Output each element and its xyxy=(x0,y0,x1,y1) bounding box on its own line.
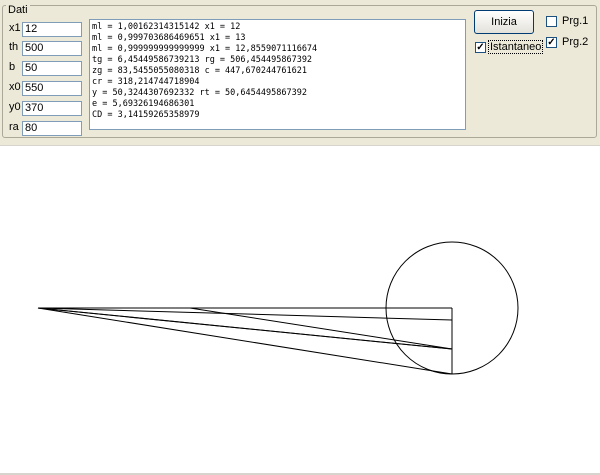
output-line: e = 5,69326194686301 xyxy=(92,99,195,109)
label-x0: x0 xyxy=(9,81,21,93)
istantaneo-label: Istantaneo xyxy=(488,40,544,54)
checkmark-icon: ✓ xyxy=(547,37,556,48)
prg1-label: Prg.1 xyxy=(562,15,589,27)
input-th[interactable]: 500 xyxy=(22,41,82,56)
label-b: b xyxy=(9,61,16,73)
label-th: th xyxy=(9,41,19,53)
output-line: ml = 0,999999999999999 x1 = 12,855907111… xyxy=(92,44,318,54)
output-line: cr = 318,214744718904 xyxy=(92,77,200,87)
output-line: tg = 6,45449586739213 rg = 506,454495867… xyxy=(92,55,313,65)
prg1-checkbox[interactable] xyxy=(546,16,557,27)
label-ra: ra xyxy=(9,121,19,133)
input-x1[interactable]: 12 xyxy=(22,22,82,37)
output-line: zg = 83,5455055080318 c = 447,6702447616… xyxy=(92,66,307,76)
ray-line xyxy=(189,307,453,350)
prg2-checkbox[interactable]: ✓ xyxy=(546,37,557,48)
output-line: y = 50,3244307692332 rt = 50,64544958673… xyxy=(92,88,307,98)
line-figure xyxy=(37,307,453,375)
start-button[interactable]: Inizia xyxy=(474,10,534,34)
checkmark-icon: ✓ xyxy=(476,42,485,53)
input-ra[interactable]: 80 xyxy=(22,121,82,136)
parameters-panel: Dati x1 12 th 500 b 50 x0 550 y0 370 ra … xyxy=(0,0,600,145)
output-line: CD = 3,14159265358979 xyxy=(92,110,200,120)
istantaneo-checkbox[interactable]: ✓ xyxy=(475,42,486,53)
label-y0: y0 xyxy=(9,101,21,113)
output-line: ml = 1,00162314315142 x1 = 12 xyxy=(92,22,241,32)
input-b[interactable]: 50 xyxy=(22,61,82,76)
prg2-label: Prg.2 xyxy=(562,36,589,48)
input-y0[interactable]: 370 xyxy=(22,101,82,116)
output-textarea[interactable]: ml = 1,00162314315142 x1 = 12 ml = 0,999… xyxy=(89,19,466,130)
label-x1: x1 xyxy=(9,22,21,34)
groupbox-title: Dati xyxy=(6,4,30,16)
drawing-canvas xyxy=(0,145,600,475)
input-x0[interactable]: 550 xyxy=(22,81,82,96)
output-line: ml = 0,999703686469651 x1 = 13 xyxy=(92,33,246,43)
